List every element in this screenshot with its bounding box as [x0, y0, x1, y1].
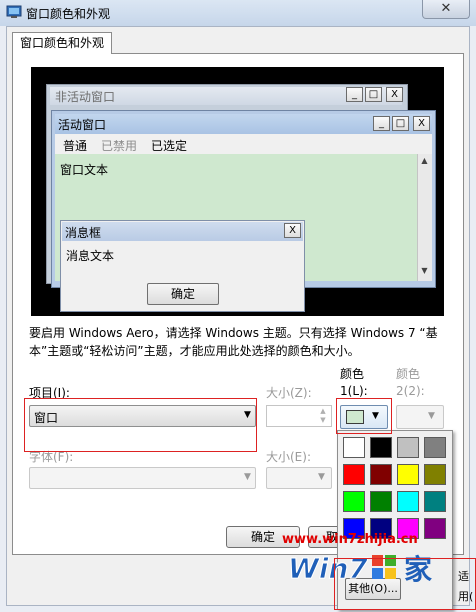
- color2-label-line2: 2(2):: [396, 384, 425, 398]
- spin-down-icon: ▼: [320, 416, 326, 424]
- close-icon: X: [413, 116, 430, 131]
- size1-label: 大小(Z):: [266, 386, 312, 400]
- highlight-color1-box: [336, 398, 392, 434]
- window-title: 窗口颜色和外观: [26, 7, 111, 21]
- color-swatch[interactable]: [424, 464, 446, 485]
- scroll-up-icon: ▲: [421, 156, 428, 165]
- close-icon: X: [386, 87, 403, 102]
- close-icon[interactable]: ✕: [422, 0, 470, 19]
- color2-picker-button: [396, 405, 444, 429]
- chevron-down-icon: ▼: [318, 472, 325, 482]
- color-swatch[interactable]: [370, 437, 392, 458]
- message-text: 消息文本: [66, 249, 115, 263]
- edge-text: 用(: [458, 590, 474, 603]
- color-swatch[interactable]: [397, 464, 419, 485]
- spin-up-icon: ▲: [320, 407, 326, 415]
- aero-description: 要启用 Windows Aero，请选择 Windows 主题。只有选择 Win…: [29, 326, 438, 358]
- minimize-icon: _: [373, 116, 390, 131]
- maximize-icon: □: [392, 116, 409, 131]
- minimize-icon: _: [346, 87, 363, 102]
- font-select: [29, 467, 256, 489]
- color1-label-line1: 颜色: [340, 367, 365, 381]
- color2-label: 颜色 2(2):: [396, 366, 425, 400]
- highlight-item-box: [24, 398, 257, 452]
- window-text: 窗口文本: [60, 163, 109, 177]
- menu-item-selected: 已选定: [151, 139, 188, 153]
- scroll-down-icon: ▼: [421, 266, 428, 275]
- inactive-window-title: 非活动窗口: [55, 90, 116, 104]
- color-swatch[interactable]: [424, 437, 446, 458]
- color-swatch[interactable]: [343, 491, 365, 512]
- tab-window-color[interactable]: 窗口颜色和外观: [12, 32, 112, 54]
- color-swatch[interactable]: [424, 518, 446, 539]
- color-swatch[interactable]: [370, 464, 392, 485]
- size2-label: 大小(E):: [266, 450, 311, 464]
- edge-text: 适: [458, 570, 469, 583]
- watermark-url: www.win7zhijia.cn: [282, 532, 418, 547]
- color-swatch[interactable]: [397, 491, 419, 512]
- color-swatch[interactable]: [343, 437, 365, 458]
- color-swatch[interactable]: [343, 464, 365, 485]
- active-window-title: 活动窗口: [58, 118, 107, 132]
- color2-label-line1: 颜色: [396, 367, 421, 381]
- maximize-icon: □: [365, 87, 382, 102]
- color-swatch[interactable]: [370, 491, 392, 512]
- color-swatch[interactable]: [397, 437, 419, 458]
- menu-item-normal: 普通: [63, 139, 88, 153]
- spin-arrows-icon: ▲ ▼: [316, 407, 330, 425]
- message-box-title: 消息框: [65, 226, 102, 240]
- menu-item-disabled: 已禁用: [101, 139, 138, 153]
- preview-ok-button: 确定: [147, 283, 219, 305]
- chevron-down-icon: ▼: [244, 472, 251, 482]
- app-icon: [6, 5, 22, 18]
- color-swatch[interactable]: [424, 491, 446, 512]
- close-icon: X: [284, 223, 301, 238]
- color1-label: 颜色 1(L):: [340, 366, 368, 400]
- preview-scrollbar: [417, 154, 432, 281]
- chevron-down-icon: ▼: [428, 411, 435, 421]
- highlight-other-box: [334, 558, 476, 610]
